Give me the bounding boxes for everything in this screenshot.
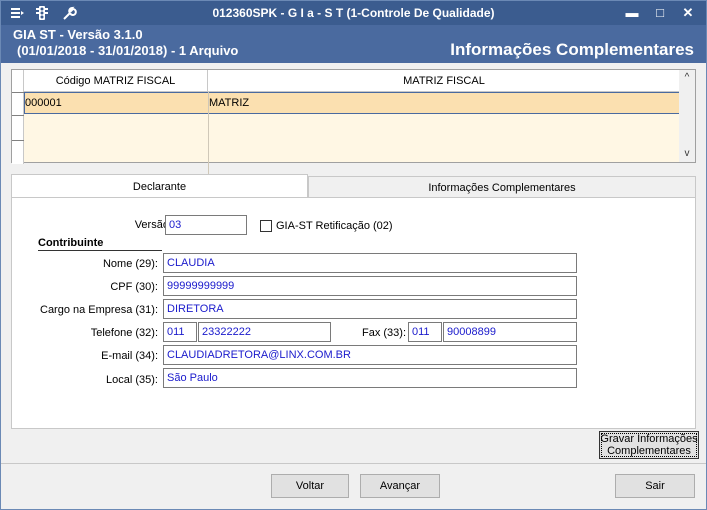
cell-matriz: MATRIZ — [209, 97, 250, 109]
nome-field[interactable]: CLAUDIA — [163, 253, 577, 273]
window-title: 012360SPK - G I a - S T (1-Controle De Q… — [212, 6, 495, 20]
scroll-up-icon[interactable]: ^ — [679, 70, 695, 86]
tab-strip: Declarante Informações Complementares — [11, 174, 696, 199]
row-line — [12, 115, 24, 116]
sair-button[interactable]: Sair — [615, 474, 695, 498]
fax-label: Fax (33): — [361, 327, 406, 339]
row-selector-column[interactable] — [12, 70, 24, 164]
retificacao-checkbox[interactable] — [260, 220, 272, 232]
nome-label: Nome (29): — [102, 258, 158, 270]
app-header: GIA ST - Versão 3.1.0 (01/01/2018 - 31/0… — [1, 25, 706, 63]
close-icon[interactable]: ✕ — [677, 4, 699, 22]
retificacao-label: GIA-ST Retificação (02) — [276, 220, 393, 232]
telefone-ddd-field[interactable]: 011 — [163, 322, 197, 342]
cargo-label: Cargo na Empresa (31): — [40, 304, 158, 316]
section-divider — [38, 250, 162, 251]
gravar-label-line2: Complementares — [607, 445, 691, 457]
cell-codigo: 000001 — [25, 97, 62, 109]
fax-numero-field[interactable]: 90008899 — [443, 322, 577, 342]
voltar-button[interactable]: Voltar — [271, 474, 349, 498]
versao-field[interactable]: 03 — [165, 215, 247, 235]
gravar-informacoes-button[interactable]: Gravar Informações Complementares — [599, 431, 699, 459]
tab-informacoes-complementares[interactable]: Informações Complementares — [308, 176, 696, 198]
declarante-panel: Versão: 03 GIA-ST Retificação (02) Contr… — [11, 197, 696, 429]
column-header-matriz[interactable]: MATRIZ FISCAL — [208, 70, 680, 92]
app-window: 012360SPK - G I a - S T (1-Controle De Q… — [0, 0, 707, 510]
maximize-icon[interactable]: □ — [649, 4, 671, 22]
versao-label: Versão: — [134, 219, 172, 231]
telefone-numero-field[interactable]: 23322222 — [198, 322, 331, 342]
cpf-field[interactable]: 99999999999 — [163, 276, 577, 296]
gravar-label-line1: Gravar Informações — [600, 433, 698, 445]
grid-body: 000001 MATRIZ — [24, 92, 680, 184]
avancar-button[interactable]: Avançar — [360, 474, 440, 498]
local-field[interactable]: São Paulo — [163, 368, 577, 388]
row-line — [12, 92, 24, 93]
title-bar: 012360SPK - G I a - S T (1-Controle De Q… — [1, 1, 706, 25]
tab-declarante[interactable]: Declarante — [11, 174, 308, 199]
local-label: Local (35): — [106, 374, 158, 386]
cpf-label: CPF (30): — [110, 281, 158, 293]
table-row[interactable]: 000001 MATRIZ — [24, 92, 680, 114]
cargo-field[interactable]: DIRETORA — [163, 299, 577, 319]
app-version: GIA ST - Versão 3.1.0 — [13, 27, 143, 42]
column-header-codigo[interactable]: Código MATRIZ FISCAL — [24, 70, 208, 92]
email-label: E-mail (34): — [101, 350, 158, 362]
period-info: (01/01/2018 - 31/01/2018) - 1 Arquivo — [17, 43, 239, 58]
matriz-fiscal-grid[interactable]: Código MATRIZ FISCAL MATRIZ FISCAL 00000… — [11, 69, 696, 184]
email-field[interactable]: CLAUDIADRETORA@LINX.COM.BR — [163, 345, 577, 365]
contribuinte-section-title: Contribuinte — [38, 237, 104, 249]
grid-scrollbar[interactable]: ^ v — [679, 70, 695, 162]
section-heading: Informações Complementares — [450, 40, 694, 59]
fax-ddd-field[interactable]: 011 — [408, 322, 442, 342]
minimize-icon[interactable]: ▬ — [621, 4, 643, 22]
scroll-down-icon[interactable]: v — [679, 146, 695, 162]
row-line — [12, 140, 24, 141]
bottom-separator — [1, 463, 706, 464]
column-divider — [208, 92, 209, 184]
telefone-label: Telefone (32): — [90, 327, 158, 339]
